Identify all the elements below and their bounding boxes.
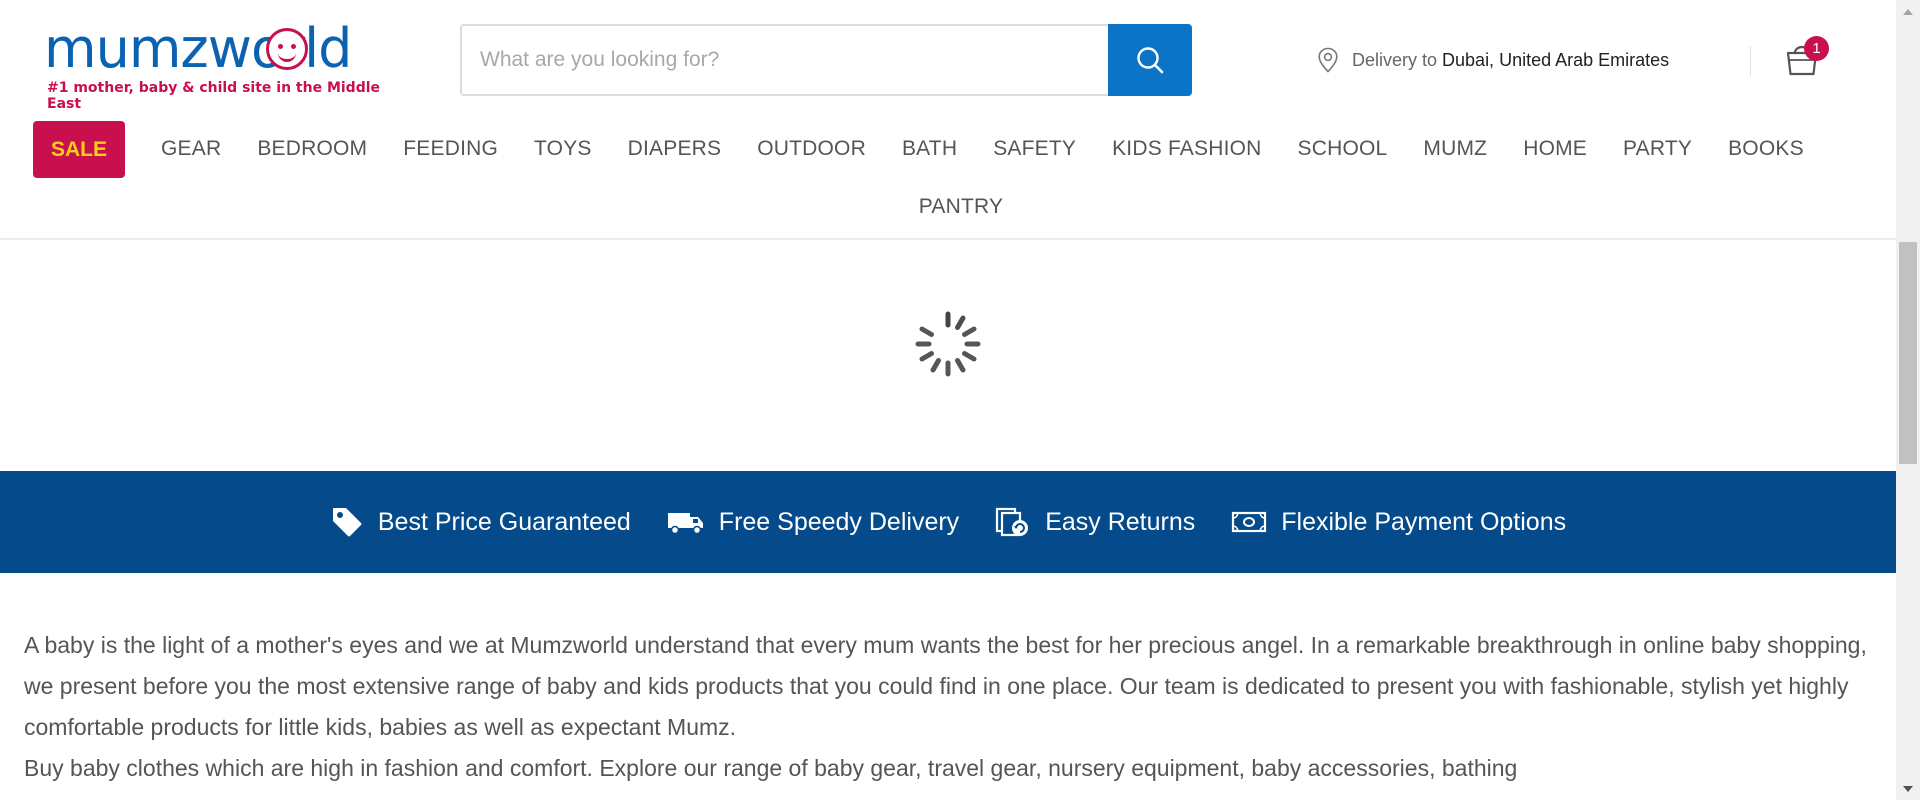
nav-item-sale[interactable]: SALE [33, 120, 126, 178]
trust-item-payment: Flexible Payment Options [1231, 508, 1566, 537]
logo-tagline: #1 mother, baby & child site in the Midd… [47, 80, 381, 112]
search-button[interactable] [1108, 24, 1192, 96]
nav-row-1: SALE GEAR BEDROOM FEEDING TOYS DIAPERS O… [30, 120, 1870, 178]
location-pin-icon [1318, 47, 1338, 73]
nav-item-home[interactable]: HOME [1523, 137, 1587, 161]
search-bar [460, 24, 1192, 96]
search-input[interactable] [462, 26, 1106, 94]
nav-item-mumz[interactable]: MUMZ [1423, 137, 1487, 161]
seo-description: A baby is the light of a mother's eyes a… [24, 625, 1874, 789]
scroll-down-arrow-icon[interactable] [1903, 786, 1913, 792]
trust-item-delivery: Free Speedy Delivery [667, 507, 959, 537]
returns-icon [996, 507, 1029, 537]
nav-item-pantry[interactable]: PANTRY [919, 195, 1003, 219]
logo-wordmark: mumzworld [44, 17, 352, 80]
nav-item-toys[interactable]: TOYS [534, 137, 592, 161]
search-icon [1137, 47, 1164, 74]
delivery-label: Delivery to [1352, 49, 1438, 70]
nav-item-safety[interactable]: SAFETY [993, 137, 1076, 161]
delivery-location[interactable]: Delivery to Dubai, United Arab Emirates [1316, 47, 1669, 73]
trust-label-returns: Easy Returns [1045, 507, 1196, 536]
trust-label-delivery: Free Speedy Delivery [718, 507, 960, 536]
mumzworld-logo[interactable]: mumzworld #1 mother, baby & child site i… [44, 17, 394, 113]
trust-item-returns: Easy Returns [995, 506, 1195, 538]
page: mumzworld #1 mother, baby & child site i… [0, 0, 1896, 800]
trust-item-best-price: Best Price Guaranteed [330, 505, 631, 539]
nav-item-feeding[interactable]: FEEDING [403, 137, 498, 161]
header-divider [1750, 46, 1751, 76]
nav-item-party[interactable]: PARTY [1623, 137, 1692, 161]
nav-item-diapers[interactable]: DIAPERS [628, 137, 722, 161]
cart-count-badge: 1 [1804, 36, 1829, 61]
scroll-up-arrow-icon[interactable] [1903, 9, 1913, 15]
description-paragraph-2: Buy baby clothes which are high in fashi… [24, 755, 1518, 781]
price-tag-icon [332, 508, 362, 537]
nav-row-2: PANTRY [30, 178, 1870, 236]
trust-strip: Best Price Guaranteed Free Speedy Delive… [0, 471, 1896, 573]
scrollbar-thumb[interactable] [1899, 242, 1917, 464]
delivery-location-value: Dubai, United Arab Emirates [1442, 49, 1670, 70]
description-paragraph-1: A baby is the light of a mother's eyes a… [24, 632, 1867, 740]
page-scrollbar[interactable] [1896, 0, 1920, 800]
payment-cash-icon [1232, 511, 1267, 533]
nav-item-books[interactable]: BOOKS [1728, 137, 1804, 161]
nav-item-bedroom[interactable]: BEDROOM [257, 137, 367, 161]
category-nav: SALE GEAR BEDROOM FEEDING TOYS DIAPERS O… [30, 120, 1870, 236]
trust-label-best-price: Best Price Guaranteed [377, 507, 631, 536]
nav-item-gear[interactable]: GEAR [161, 137, 221, 161]
nav-item-school[interactable]: SCHOOL [1298, 137, 1388, 161]
delivery-truck-icon [667, 513, 703, 535]
trust-label-payment: Flexible Payment Options [1281, 507, 1567, 536]
loading-spinner-icon [915, 311, 981, 377]
nav-item-bath[interactable]: BATH [902, 137, 957, 161]
nav-item-kids-fashion[interactable]: KIDS FASHION [1112, 137, 1261, 161]
site-header: mumzworld #1 mother, baby & child site i… [0, 0, 1896, 240]
logo-smile-icon [266, 28, 308, 70]
nav-item-outdoor[interactable]: OUTDOOR [757, 137, 866, 161]
